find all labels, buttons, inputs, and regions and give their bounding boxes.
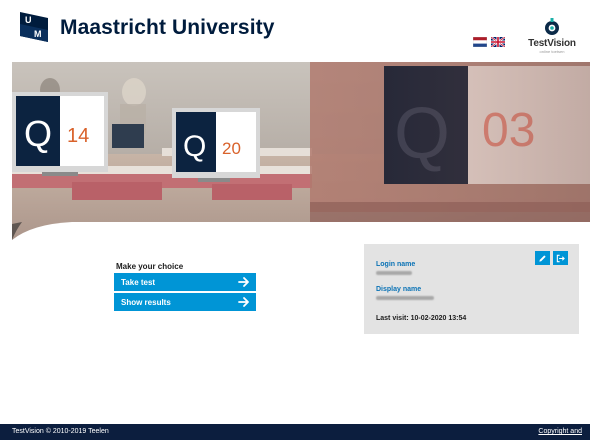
login-name-label: Login name: [376, 261, 416, 268]
language-switcher: [473, 37, 505, 47]
pencil-icon: [539, 254, 546, 262]
um-logo-letter-m: M: [34, 29, 42, 39]
exam-hall-illustration: Q 14 Q 20 Q 03: [12, 62, 590, 244]
hero-sign-2-letter: Q: [183, 130, 206, 163]
user-info-panel: Login name Display name Last visit: 10-0…: [364, 244, 579, 334]
flag-nl-icon[interactable]: [473, 37, 487, 47]
testvision-logo-tagline: online toetsen: [539, 49, 565, 54]
display-name-value-redacted: [376, 296, 434, 300]
show-results-label: Show results: [121, 297, 171, 307]
choice-title: Make your choice: [116, 262, 184, 271]
footer: TestVision © 2010-2019 Teelen Copyright …: [0, 424, 590, 440]
logout-icon: [556, 254, 565, 262]
testvision-logo-text: TestVision: [528, 38, 576, 49]
show-results-button[interactable]: Show results: [114, 293, 256, 311]
testvision-logo: TestVision online toetsen: [524, 18, 580, 58]
logout-button[interactable]: [553, 251, 568, 265]
login-name-value-redacted: [376, 271, 412, 275]
footer-copyright: TestVision © 2010-2019 Teelen: [12, 428, 109, 435]
arrow-right-icon: [238, 277, 249, 287]
hero-sign-1-letter: Q: [24, 113, 52, 154]
last-visit-text: Last visit: 10-02-2020 13:54: [376, 315, 467, 322]
um-logo-letter-u: U: [25, 15, 32, 25]
um-logo-icon: U M: [20, 12, 48, 42]
take-test-label: Take test: [121, 277, 156, 287]
header: U M Maastricht University TestVision onl…: [0, 0, 590, 62]
take-test-button[interactable]: Take test: [114, 273, 256, 291]
hero-sign-1-number: 14: [67, 125, 89, 147]
arrow-right-icon: [238, 297, 249, 307]
testvision-eye-icon: [545, 18, 559, 35]
footer-copyright-link[interactable]: Copyright and: [538, 428, 582, 435]
hero-sign-2-number: 20: [222, 139, 241, 158]
edit-profile-button[interactable]: [535, 251, 550, 265]
display-name-label: Display name: [376, 286, 422, 293]
brand-title: Maastricht University: [60, 16, 275, 39]
flag-uk-icon[interactable]: [491, 37, 505, 47]
hero-image: Q 14 Q 20 Q 03: [12, 62, 590, 244]
